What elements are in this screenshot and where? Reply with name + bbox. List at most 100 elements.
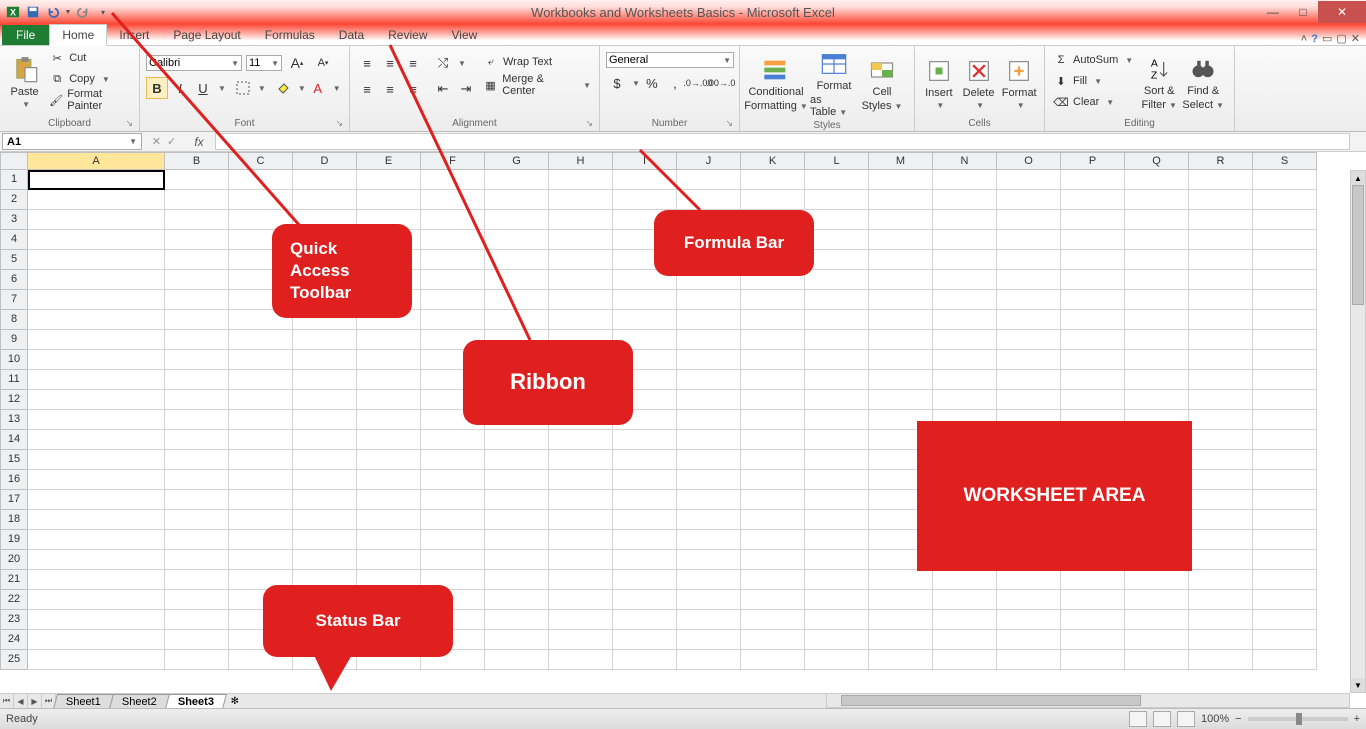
cell[interactable] — [805, 410, 869, 430]
cell[interactable] — [421, 210, 485, 230]
cell[interactable] — [741, 290, 805, 310]
cell[interactable] — [869, 570, 933, 590]
cell[interactable] — [293, 490, 357, 510]
column-header[interactable]: L — [805, 152, 869, 170]
cell[interactable] — [1253, 650, 1317, 670]
sheet-nav-next-icon[interactable]: ▶ — [28, 694, 42, 708]
cell[interactable] — [741, 410, 805, 430]
cell[interactable] — [357, 350, 421, 370]
cell[interactable] — [997, 230, 1061, 250]
column-header[interactable]: I — [613, 152, 677, 170]
cell[interactable] — [421, 510, 485, 530]
delete-cells-button[interactable]: Delete▼ — [961, 50, 997, 116]
cell[interactable] — [997, 250, 1061, 270]
cell[interactable] — [549, 590, 613, 610]
cell[interactable] — [28, 230, 165, 250]
cell[interactable] — [1125, 210, 1189, 230]
row-header[interactable]: 21 — [0, 570, 28, 590]
cell[interactable] — [741, 450, 805, 470]
cell[interactable] — [933, 270, 997, 290]
cell[interactable] — [741, 190, 805, 210]
cell[interactable] — [28, 430, 165, 450]
cell[interactable] — [805, 370, 869, 390]
cell[interactable] — [229, 330, 293, 350]
cell[interactable] — [485, 590, 549, 610]
alignment-dialog-launcher-icon[interactable]: ↘ — [585, 118, 593, 129]
cell[interactable] — [677, 590, 741, 610]
tab-page-layout[interactable]: Page Layout — [161, 25, 252, 45]
cell[interactable] — [1061, 610, 1125, 630]
cell[interactable] — [741, 550, 805, 570]
cell[interactable] — [165, 210, 229, 230]
cell[interactable] — [805, 590, 869, 610]
cell[interactable] — [549, 250, 613, 270]
cell[interactable] — [165, 350, 229, 370]
cell[interactable] — [485, 270, 549, 290]
formula-input[interactable] — [215, 133, 1350, 150]
cell-styles-button[interactable]: Cell Styles▼ — [862, 50, 902, 118]
page-break-view-button[interactable] — [1177, 711, 1195, 727]
cell[interactable] — [485, 450, 549, 470]
cell[interactable] — [28, 290, 165, 310]
increase-indent-button[interactable]: ⇥ — [455, 78, 477, 100]
cell[interactable] — [677, 350, 741, 370]
cell[interactable] — [997, 650, 1061, 670]
align-right-button[interactable]: ≡ — [402, 78, 424, 100]
cell[interactable] — [357, 390, 421, 410]
cell[interactable] — [933, 230, 997, 250]
vscroll-thumb[interactable] — [1352, 185, 1364, 305]
cell[interactable] — [549, 230, 613, 250]
cell[interactable] — [28, 330, 165, 350]
font-dialog-launcher-icon[interactable]: ↘ — [335, 118, 343, 129]
zoom-level[interactable]: 100% — [1201, 713, 1229, 725]
conditional-formatting-button[interactable]: Conditional Formatting▼ — [746, 50, 806, 118]
cell[interactable] — [805, 210, 869, 230]
cell[interactable] — [28, 170, 165, 190]
cell[interactable] — [933, 570, 997, 590]
cell[interactable] — [613, 630, 677, 650]
cell[interactable] — [1125, 570, 1189, 590]
cell[interactable] — [1189, 470, 1253, 490]
cell[interactable] — [805, 430, 869, 450]
cell[interactable] — [1253, 290, 1317, 310]
horizontal-scrollbar[interactable] — [826, 693, 1350, 708]
cell[interactable] — [1253, 590, 1317, 610]
name-box[interactable]: A1▼ — [2, 133, 142, 150]
cell[interactable] — [1061, 190, 1125, 210]
cell[interactable] — [1061, 650, 1125, 670]
cell[interactable] — [677, 490, 741, 510]
tab-data[interactable]: Data — [327, 25, 376, 45]
cell[interactable] — [485, 190, 549, 210]
cell[interactable] — [421, 230, 485, 250]
cell[interactable] — [805, 530, 869, 550]
cell[interactable] — [485, 230, 549, 250]
autosum-button[interactable]: ΣAutoSum▼ — [1051, 50, 1135, 70]
cell[interactable] — [229, 350, 293, 370]
cell[interactable] — [28, 250, 165, 270]
cell[interactable] — [741, 490, 805, 510]
cell[interactable] — [1253, 250, 1317, 270]
cell[interactable] — [485, 550, 549, 570]
cell[interactable] — [549, 170, 613, 190]
cell[interactable] — [421, 310, 485, 330]
cell[interactable] — [1189, 330, 1253, 350]
cell[interactable] — [165, 310, 229, 330]
cell[interactable] — [28, 310, 165, 330]
cell[interactable] — [613, 650, 677, 670]
window-min2-icon[interactable]: ▭ — [1322, 32, 1332, 45]
cell[interactable] — [421, 170, 485, 190]
cell[interactable] — [1061, 630, 1125, 650]
cell[interactable] — [1061, 270, 1125, 290]
cell[interactable] — [1125, 630, 1189, 650]
find-select-button[interactable]: Find &Select▼ — [1183, 50, 1223, 116]
align-bottom-button[interactable]: ≡ — [402, 52, 424, 74]
cell[interactable] — [485, 630, 549, 650]
tab-formulas[interactable]: Formulas — [253, 25, 327, 45]
cell[interactable] — [1189, 390, 1253, 410]
orientation-button[interactable]: ⤭ — [432, 52, 454, 74]
fill-button[interactable]: ⬇Fill▼ — [1051, 71, 1135, 91]
cell[interactable] — [28, 370, 165, 390]
cell[interactable] — [165, 630, 229, 650]
cell[interactable] — [1125, 650, 1189, 670]
row-header[interactable]: 1 — [0, 170, 28, 190]
